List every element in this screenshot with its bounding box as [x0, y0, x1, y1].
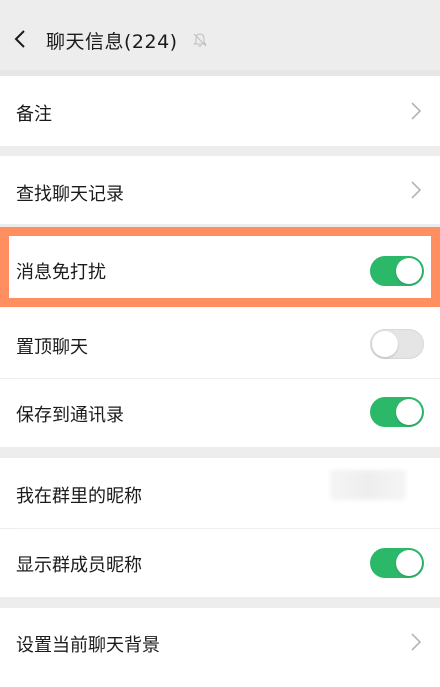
pin-chat-row[interactable]: 置顶聊天 [0, 307, 440, 378]
nickname-value-blurred [330, 470, 406, 500]
remark-label: 备注 [16, 104, 52, 125]
chevron-right-icon [411, 633, 422, 651]
toggle-knob [372, 331, 398, 357]
remark-row[interactable]: 备注 [0, 76, 440, 146]
toggle-knob [396, 550, 422, 576]
pin-chat-label: 置顶聊天 [16, 337, 88, 358]
show-nicknames-row[interactable]: 显示群成员昵称 [0, 529, 440, 597]
set-background-label: 设置当前聊天背景 [16, 635, 160, 656]
do-not-disturb-toggle[interactable] [370, 256, 424, 286]
chevron-right-icon [411, 181, 422, 199]
toggle-knob [396, 399, 422, 425]
save-contacts-label: 保存到通讯录 [16, 405, 124, 426]
set-background-row[interactable]: 设置当前聊天背景 [0, 608, 440, 687]
do-not-disturb-row[interactable]: 消息免打扰 [0, 232, 440, 306]
save-contacts-toggle[interactable] [370, 397, 424, 427]
save-contacts-row[interactable]: 保存到通讯录 [0, 379, 440, 447]
my-nickname-label: 我在群里的昵称 [16, 486, 142, 507]
find-history-row[interactable]: 查找聊天记录 [0, 156, 440, 224]
do-not-disturb-label: 消息免打扰 [16, 262, 106, 283]
find-history-label: 查找聊天记录 [16, 184, 124, 205]
page-title: 聊天信息(224) [46, 31, 178, 53]
show-nicknames-label: 显示群成员昵称 [16, 555, 142, 576]
show-nicknames-toggle[interactable] [370, 548, 424, 578]
chevron-right-icon [411, 102, 422, 120]
top-bar: 聊天信息(224) [0, 0, 440, 70]
muted-bell-icon [193, 33, 207, 47]
pin-chat-toggle[interactable] [370, 329, 424, 359]
toggle-knob [396, 258, 422, 284]
back-arrow-icon[interactable] [10, 28, 32, 50]
